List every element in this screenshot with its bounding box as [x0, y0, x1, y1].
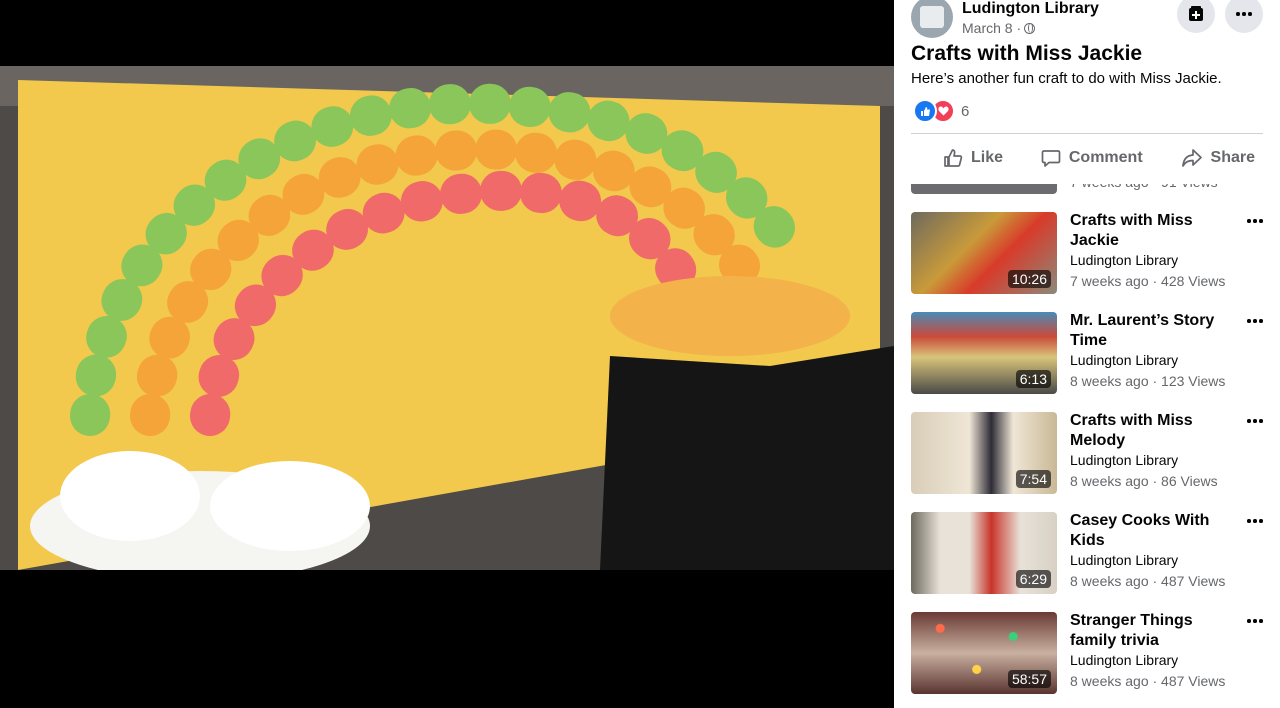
video-page-name[interactable]: Ludington Library	[1070, 252, 1178, 268]
video-player[interactable]	[0, 0, 894, 708]
video-page-name[interactable]: Ludington Library	[1070, 352, 1178, 368]
video-more-options-button[interactable]	[1244, 512, 1266, 530]
like-reaction-icon	[913, 99, 937, 123]
video-page-name[interactable]: Ludington Library	[1070, 452, 1178, 468]
globe-icon	[1024, 23, 1036, 34]
video-list-item[interactable]: 7:54 Crafts with Miss Melody Ludington L…	[894, 412, 1280, 512]
video-more-options-button[interactable]	[1244, 212, 1266, 230]
share-button[interactable]: Share	[1173, 148, 1263, 168]
like-button[interactable]: Like	[935, 148, 1011, 168]
page-name-link[interactable]: Ludington Library	[962, 0, 1099, 18]
video-still-image	[0, 66, 894, 570]
video-title[interactable]: Mr. Laurent’s Story Time	[1070, 311, 1238, 351]
video-title[interactable]: Casey Cooks With Kids	[1070, 511, 1238, 551]
like-label: Like	[971, 149, 1004, 166]
video-duration: 7:54	[1015, 470, 1051, 488]
save-video-button[interactable]	[1177, 0, 1215, 33]
reactions-summary[interactable]: 6	[913, 99, 970, 123]
video-thumbnail[interactable]: 6:29	[911, 512, 1057, 594]
video-meta: 8 weeks ago · 123 Views	[1070, 373, 1226, 389]
reaction-count: 6	[961, 102, 970, 120]
video-meta: 8 weeks ago · 86 Views	[1070, 473, 1218, 489]
video-duration: 10:26	[1007, 270, 1051, 288]
related-videos-list: 7 weeks ago · 91 Views 10:26 Crafts with…	[894, 112, 1280, 708]
video-frame[interactable]	[0, 66, 894, 570]
video-title[interactable]: Crafts with Miss Jackie	[1070, 211, 1238, 251]
post-title: Crafts with Miss Jackie	[911, 42, 1143, 65]
page-avatar[interactable]	[911, 0, 953, 38]
comment-button[interactable]: Comment	[1033, 148, 1151, 168]
thumbs-up-icon	[944, 149, 963, 167]
post-description: Here’s another fun craft to do with Miss…	[911, 70, 1222, 87]
video-list-item[interactable]: 6:29 Casey Cooks With Kids Ludington Lib…	[894, 512, 1280, 612]
comment-label: Comment	[1068, 149, 1143, 166]
video-page-name[interactable]: Ludington Library	[1070, 552, 1178, 568]
video-page-name[interactable]: Ludington Library	[1070, 652, 1178, 668]
video-more-options-button[interactable]	[1244, 312, 1266, 330]
video-thumbnail[interactable]: 6:13	[911, 312, 1057, 394]
video-duration: 6:13	[1015, 370, 1051, 388]
video-thumbnail[interactable]: 10:26	[911, 212, 1057, 294]
video-meta: 8 weeks ago · 487 Views	[1070, 673, 1226, 689]
video-meta: 7 weeks ago · 428 Views	[1070, 273, 1226, 289]
post-actions: Like Comment Share	[911, 136, 1263, 180]
share-label: Share	[1210, 149, 1255, 166]
video-title[interactable]: Stranger Things family trivia	[1070, 611, 1238, 651]
post-header: Ludington Library March 8 · Crafts with …	[894, 0, 1280, 184]
actions-divider	[911, 133, 1263, 134]
video-meta: 8 weeks ago · 487 Views	[1070, 573, 1226, 589]
share-arrow-icon	[1181, 149, 1202, 167]
video-duration: 6:29	[1015, 570, 1051, 588]
video-list-item[interactable]: 58:57 Stranger Things family trivia Ludi…	[894, 612, 1280, 708]
video-more-options-button[interactable]	[1244, 412, 1266, 430]
video-thumbnail[interactable]: 7:54	[911, 412, 1057, 494]
video-list-item[interactable]: 6:13 Mr. Laurent’s Story Time Ludington …	[894, 312, 1280, 412]
comment-icon	[1041, 150, 1061, 167]
post-date[interactable]: March 8 ·	[962, 20, 1036, 36]
post-date-text: March 8 ·	[962, 20, 1022, 36]
more-options-button[interactable]	[1225, 0, 1263, 33]
video-title[interactable]: Crafts with Miss Melody	[1070, 411, 1238, 451]
video-list-item[interactable]: 10:26 Crafts with Miss Jackie Ludington …	[894, 212, 1280, 312]
video-more-options-button[interactable]	[1244, 612, 1266, 630]
video-thumbnail[interactable]: 58:57	[911, 612, 1057, 694]
video-duration: 58:57	[1007, 670, 1051, 688]
bookmark-plus-icon	[1189, 6, 1203, 21]
more-horizontal-icon	[1235, 12, 1253, 16]
post-sidebar: Ludington Library March 8 · Crafts with …	[894, 0, 1280, 708]
